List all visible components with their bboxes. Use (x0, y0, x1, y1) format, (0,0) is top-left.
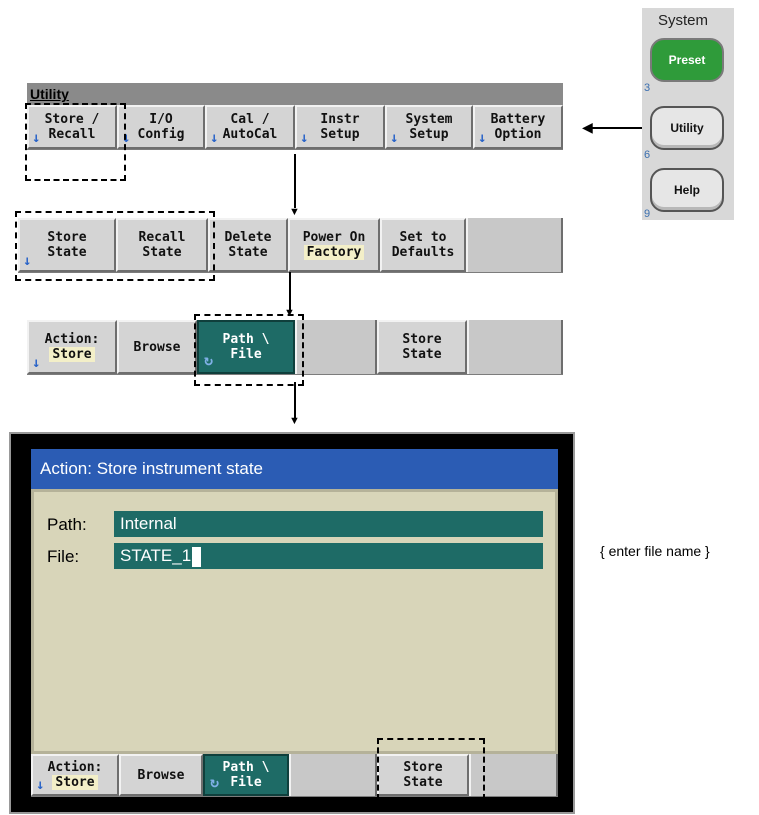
highlight-store-recall (25, 103, 126, 181)
text-cursor (192, 546, 202, 567)
enter-file-name-note: { enter file name } (600, 543, 710, 559)
utility-button[interactable]: Utility (650, 106, 724, 150)
softkey-line2: Option (494, 127, 542, 142)
softkey-line1: Action: (47, 760, 103, 775)
softkey-empty (289, 754, 377, 796)
panel-title: System (657, 12, 708, 29)
preset-button[interactable]: Preset (650, 38, 724, 82)
softkey-empty (295, 320, 377, 374)
softkey-line1: Battery (490, 112, 546, 127)
softkey-path-file[interactable]: Path \ File ↻ (203, 754, 289, 796)
file-name-field[interactable]: STATE_1 (114, 543, 543, 569)
display-content: Path: Internal File: STATE_1 (31, 489, 558, 754)
softkey-empty (466, 218, 563, 272)
softkey-action[interactable]: Action: Store ↓ (27, 320, 117, 374)
arrow-down-icon: ▼ (289, 415, 300, 427)
softkey-instr-setup[interactable]: Instr Setup ↓ (295, 105, 385, 149)
connector-line (294, 154, 296, 208)
down-arrow-icon: ↓ (36, 777, 45, 793)
softkey-line2: State (402, 347, 442, 362)
softkey-line1: Browse (133, 339, 181, 355)
softkey-line1: Action: (44, 332, 100, 347)
softkey-empty (467, 320, 563, 374)
softkey-selected-value: Store (49, 347, 95, 362)
file-name-value: STATE_1 (120, 546, 192, 565)
softkey-line2: Config (137, 127, 185, 142)
softkey-cal-autocal[interactable]: Cal / AutoCal ↓ (205, 105, 295, 149)
refresh-icon: ↻ (210, 773, 220, 791)
help-button[interactable]: Help (650, 168, 724, 212)
softkey-delete-state[interactable]: Delete State (208, 218, 288, 272)
front-panel: System Preset 3 Utility 6 Help 9 (642, 8, 734, 220)
display-title: Action: Store instrument state (31, 449, 558, 489)
softkey-line1: Browse (137, 767, 185, 783)
softkey-line1: Power On (302, 230, 366, 245)
preset-key-number: 3 (644, 82, 651, 94)
softkey-line2: State (228, 245, 268, 260)
down-arrow-icon: ↓ (390, 130, 399, 146)
softkey-line1: Set to (399, 230, 447, 245)
softkey-set-to-defaults[interactable]: Set to Defaults (380, 218, 466, 272)
softkey-line1: Delete (224, 230, 272, 245)
arrow-down-icon: ▼ (289, 206, 300, 218)
down-arrow-icon: ↓ (478, 130, 487, 146)
softkey-line2: Defaults (391, 245, 455, 260)
softkey-line1: Cal / (230, 112, 270, 127)
path-label: Path: (47, 515, 87, 534)
softkey-io-config[interactable]: I/O Config ↓ (117, 105, 205, 149)
down-arrow-icon: ↓ (32, 355, 41, 371)
highlight-store-state (15, 211, 215, 281)
path-field[interactable]: Internal (114, 511, 543, 537)
softkey-line2: Setup (409, 127, 449, 142)
utility-menu-title: Utility (27, 83, 563, 105)
softkey-line2: AutoCal (222, 127, 278, 142)
softkey-system-setup[interactable]: System Setup ↓ (385, 105, 473, 149)
connector-line (289, 272, 291, 310)
softkey-power-on[interactable]: Power On Factory (288, 218, 380, 272)
file-label: File: (47, 547, 80, 566)
connector-line (592, 127, 642, 129)
softkey-browse[interactable]: Browse (117, 320, 197, 374)
highlight-path-file (194, 314, 304, 386)
softkey-line1: Instr (320, 112, 360, 127)
softkey-line1: Store (402, 332, 442, 347)
softkey-line2: Setup (320, 127, 360, 142)
help-key-number: 9 (644, 208, 651, 220)
softkey-battery-option[interactable]: Battery Option ↓ (473, 105, 563, 149)
down-arrow-icon: ↓ (300, 130, 309, 146)
down-arrow-icon: ↓ (210, 130, 219, 146)
softkey-store-state[interactable]: Store State (377, 320, 467, 374)
softkey-browse[interactable]: Browse (119, 754, 203, 796)
utility-key-number: 6 (644, 149, 651, 161)
softkey-line2: File (230, 775, 262, 790)
softkey-action[interactable]: Action: Store ↓ (31, 754, 119, 796)
softkey-line1: I/O (149, 112, 173, 127)
softkey-selected-value: Store (52, 775, 98, 790)
softkey-line1: Path \ (222, 760, 270, 775)
softkey-line1: System (405, 112, 453, 127)
softkey-selected-value: Factory (303, 245, 365, 260)
arrow-left-icon: ◀ (582, 119, 593, 135)
highlight-store-state-key (377, 738, 485, 800)
connector-line (294, 382, 296, 418)
